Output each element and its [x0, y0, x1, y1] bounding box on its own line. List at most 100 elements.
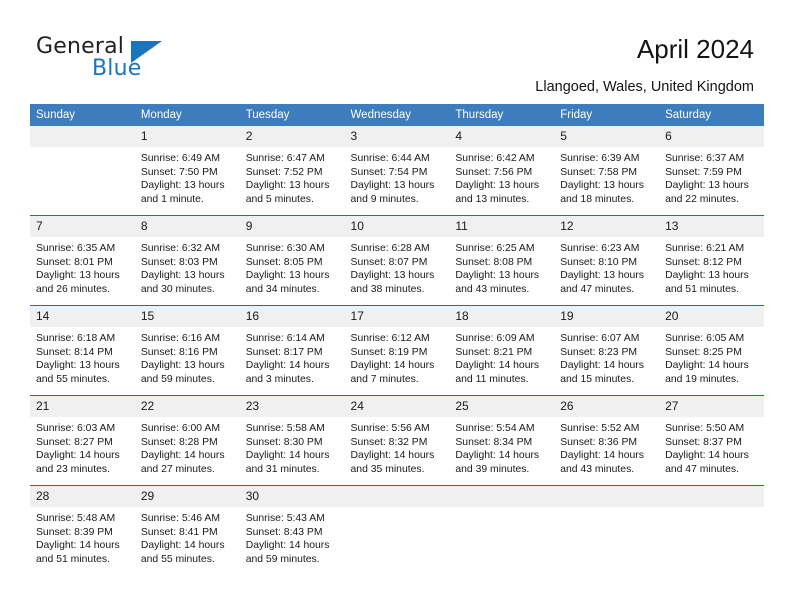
logo[interactable]: General Blue: [36, 34, 226, 90]
calendar-day-cell[interactable]: 19 Sunrise: 6:07 AM Sunset: 8:23 PM Dayligh…: [554, 305, 660, 396]
calendar-day-cell[interactable]: 15 Sunrise: 6:16 AM Sunset: 8:16 PM Dayligh…: [134, 305, 240, 396]
day-info-line: Daylight: 14 hours: [36, 540, 120, 552]
calendar-day-cell[interactable]: 28 Sunrise: 5:48 AM Sunset: 8:39 PM Dayligh…: [30, 485, 135, 575]
day-number: 27: [659, 396, 764, 417]
day-info-line: and 43 minutes.: [455, 283, 530, 295]
day-sun-info: Sunrise: 6:25 AM Sunset: 8:08 PM Daylight:…: [449, 237, 554, 296]
calendar-day-cell[interactable]: 22 Sunrise: 6:00 AM Sunset: 8:28 PM Dayligh…: [134, 395, 240, 486]
day-info-line: Sunrise: 5:48 AM: [36, 513, 116, 524]
page-header: General Blue April 2024 Llangoed, Wales,…: [0, 0, 792, 100]
calendar-day-cell[interactable]: 26 Sunrise: 5:52 AM Sunset: 8:36 PM Dayligh…: [554, 395, 660, 486]
calendar-day-cell[interactable]: 24 Sunrise: 5:56 AM Sunset: 8:32 PM Dayligh…: [344, 395, 450, 486]
day-info-line: and 26 minutes.: [36, 283, 110, 295]
day-sun-info: Sunrise: 5:48 AM Sunset: 8:39 PM Daylight:…: [30, 507, 135, 566]
calendar-day-cell[interactable]: 4 Sunrise: 6:42 AM Sunset: 7:56 PM Daylight…: [449, 126, 555, 216]
calendar-day-cell[interactable]: 12 Sunrise: 6:23 AM Sunset: 8:10 PM Dayligh…: [554, 215, 660, 306]
calendar-day-cell[interactable]: 23 Sunrise: 5:58 AM Sunset: 8:30 PM Dayligh…: [239, 395, 345, 486]
day-number: 16: [239, 306, 345, 327]
day-info-line: and 43 minutes.: [560, 463, 635, 475]
day-info-line: Daylight: 13 hours: [665, 180, 749, 192]
calendar-day-cell[interactable]: 8 Sunrise: 6:32 AM Sunset: 8:03 PM Daylight…: [134, 215, 240, 306]
calendar-week-row: 28 Sunrise: 5:48 AM Sunset: 8:39 PM Dayligh…: [30, 485, 764, 575]
calendar-day-cell[interactable]: 17 Sunrise: 6:12 AM Sunset: 8:19 PM Dayligh…: [344, 305, 450, 396]
day-number: 10: [344, 216, 450, 237]
day-sun-info: Sunrise: 6:49 AM Sunset: 7:50 PM Daylight:…: [135, 147, 240, 206]
day-info-line: and 1 minute.: [140, 193, 204, 205]
calendar-day-cell[interactable]: 7 Sunrise: 6:35 AM Sunset: 8:01 PM Daylight…: [30, 215, 135, 306]
day-info-line: Daylight: 13 hours: [140, 180, 225, 192]
day-sun-info: Sunrise: 6:42 AM Sunset: 7:56 PM Daylight:…: [449, 147, 554, 206]
day-number: 15: [134, 306, 240, 327]
day-sun-info: Sunrise: 5:43 AM Sunset: 8:43 PM Daylight:…: [240, 507, 345, 566]
day-info-line: Sunset: 8:21 PM: [455, 346, 533, 358]
calendar-day-cell[interactable]: 10 Sunrise: 6:28 AM Sunset: 8:07 PM Dayligh…: [344, 215, 450, 306]
day-sun-info: Sunrise: 5:50 AM Sunset: 8:37 PM Daylight:…: [659, 417, 764, 476]
day-info-line: Sunrise: 6:05 AM: [665, 333, 745, 344]
day-number: 25: [449, 396, 555, 417]
day-number: 26: [554, 396, 660, 417]
calendar-day-cell[interactable]: 29 Sunrise: 5:46 AM Sunset: 8:41 PM Dayligh…: [134, 485, 240, 575]
day-sun-info: Sunrise: 6:12 AM Sunset: 8:19 PM Daylight:…: [345, 327, 450, 386]
day-info-line: Sunrise: 5:50 AM: [665, 423, 745, 434]
day-info-line: and 3 minutes.: [245, 373, 314, 385]
calendar-header-row: Sunday Monday Tuesday Wednesday Thursday Frid…: [30, 104, 764, 126]
day-info-line: Sunrise: 6:28 AM: [350, 243, 430, 254]
day-info-line: and 55 minutes.: [140, 553, 215, 565]
calendar-day-cell[interactable]: 9 Sunrise: 6:30 AM Sunset: 8:05 PM Daylight…: [239, 215, 345, 306]
day-info-line: Daylight: 13 hours: [455, 180, 540, 192]
calendar-day-cell[interactable]: 5 Sunrise: 6:39 AM Sunset: 7:58 PM Daylight…: [554, 126, 660, 216]
day-info-line: and 27 minutes.: [140, 463, 215, 475]
calendar-day-cell[interactable]: 11 Sunrise: 6:25 AM Sunset: 8:08 PM Dayligh…: [449, 215, 555, 306]
day-sun-info: Sunrise: 5:56 AM Sunset: 8:32 PM Daylight:…: [345, 417, 450, 476]
day-info-line: Daylight: 14 hours: [665, 450, 749, 462]
day-sun-info: [345, 507, 450, 512]
day-info-line: and 38 minutes.: [350, 283, 425, 295]
day-info-line: Sunrise: 5:56 AM: [350, 423, 430, 434]
day-info-line: Sunrise: 6:07 AM: [560, 333, 640, 344]
calendar-day-cell[interactable]: 16 Sunrise: 6:14 AM Sunset: 8:17 PM Dayligh…: [239, 305, 345, 396]
day-number: 24: [344, 396, 450, 417]
day-info-line: Daylight: 13 hours: [36, 270, 120, 282]
day-info-line: Sunrise: 6:09 AM: [455, 333, 535, 344]
day-info-line: and 39 minutes.: [455, 463, 530, 475]
day-sun-info: Sunrise: 6:35 AM Sunset: 8:01 PM Daylight:…: [30, 237, 135, 296]
day-number: 1: [134, 126, 240, 147]
calendar-page: General Blue April 2024 Llangoed, Wales,…: [0, 0, 792, 612]
day-info-line: Sunset: 8:32 PM: [350, 436, 428, 448]
calendar-week-row: 21 Sunrise: 6:03 AM Sunset: 8:27 PM Dayligh…: [30, 395, 764, 486]
calendar-table: Sunday Monday Tuesday Wednesday Thursday Frid…: [30, 104, 764, 575]
day-info-line: Daylight: 14 hours: [36, 450, 120, 462]
day-sun-info: Sunrise: 6:44 AM Sunset: 7:54 PM Daylight:…: [345, 147, 450, 206]
calendar-day-cell[interactable]: 21 Sunrise: 6:03 AM Sunset: 8:27 PM Dayligh…: [30, 395, 135, 486]
calendar-week-row: 14 Sunrise: 6:18 AM Sunset: 8:14 PM Dayligh…: [30, 305, 764, 396]
day-info-line: Sunrise: 6:21 AM: [665, 243, 745, 254]
day-info-line: Sunset: 8:41 PM: [140, 526, 218, 538]
day-info-line: Daylight: 14 hours: [245, 450, 330, 462]
day-info-line: Daylight: 13 hours: [560, 180, 644, 192]
day-info-line: Daylight: 14 hours: [140, 450, 225, 462]
calendar-day-cell[interactable]: 14 Sunrise: 6:18 AM Sunset: 8:14 PM Dayligh…: [30, 305, 135, 396]
day-number: 11: [449, 216, 555, 237]
day-info-line: and 47 minutes.: [560, 283, 635, 295]
calendar-day-cell[interactable]: 3 Sunrise: 6:44 AM Sunset: 7:54 PM Daylight…: [344, 126, 450, 216]
day-info-line: Sunset: 8:39 PM: [36, 526, 113, 538]
calendar-day-cell[interactable]: 2 Sunrise: 6:47 AM Sunset: 7:52 PM Daylight…: [239, 126, 345, 216]
calendar-body: 1 Sunrise: 6:49 AM Sunset: 7:50 PM Daylight…: [30, 126, 764, 575]
calendar-day-cell[interactable]: 6 Sunrise: 6:37 AM Sunset: 7:59 PM Daylight…: [659, 126, 764, 216]
day-number: 20: [659, 306, 764, 327]
day-info-line: and 23 minutes.: [36, 463, 110, 475]
calendar-day-cell[interactable]: 30 Sunrise: 5:43 AM Sunset: 8:43 PM Dayligh…: [239, 485, 345, 575]
calendar-day-cell[interactable]: 27 Sunrise: 5:50 AM Sunset: 8:37 PM Dayligh…: [659, 395, 764, 486]
calendar-day-cell[interactable]: 20 Sunrise: 6:05 AM Sunset: 8:25 PM Dayligh…: [659, 305, 764, 396]
calendar-grid: Sunday Monday Tuesday Wednesday Thursday Frid…: [30, 104, 764, 575]
calendar-day-cell[interactable]: 13 Sunrise: 6:21 AM Sunset: 8:12 PM Dayligh…: [659, 215, 764, 306]
calendar-day-cell[interactable]: 18 Sunrise: 6:09 AM Sunset: 8:21 PM Dayligh…: [449, 305, 555, 396]
day-info-line: Sunset: 8:25 PM: [665, 346, 742, 358]
day-info-line: Sunset: 7:56 PM: [455, 166, 533, 178]
day-info-line: Daylight: 14 hours: [245, 540, 330, 552]
weekday-header-sunday: Sunday: [30, 104, 135, 126]
calendar-day-cell[interactable]: 25 Sunrise: 5:54 AM Sunset: 8:34 PM Dayligh…: [449, 395, 555, 486]
day-info-line: Sunset: 8:01 PM: [36, 256, 113, 268]
calendar-day-cell[interactable]: 1 Sunrise: 6:49 AM Sunset: 7:50 PM Daylight…: [134, 126, 240, 216]
day-info-line: Sunrise: 5:52 AM: [560, 423, 640, 434]
